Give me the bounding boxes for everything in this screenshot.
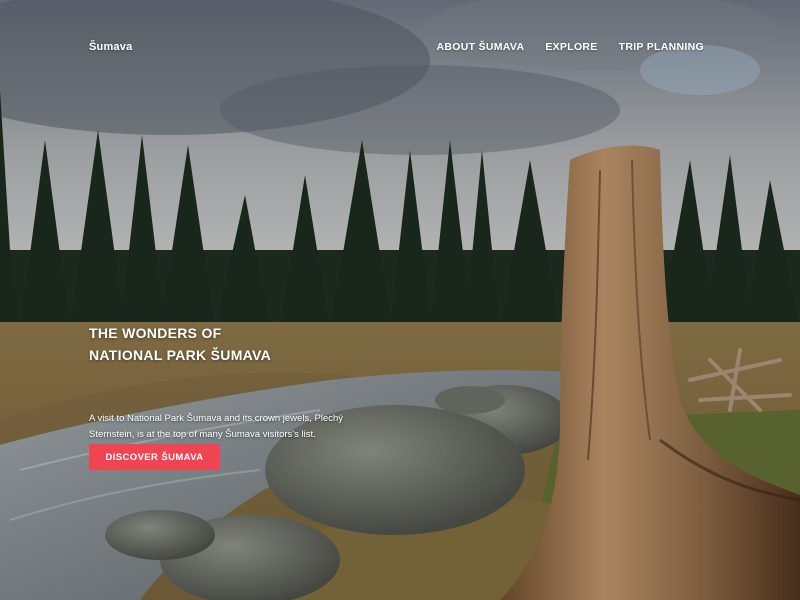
nav-item-explore[interactable]: EXPLORE [545, 41, 597, 53]
site-logo[interactable]: Šumava [89, 41, 132, 53]
top-navigation: Šumava ABOUT ŠUMAVA EXPLORE TRIP PLANNIN… [0, 0, 800, 96]
hero-headline: THE WONDERS OF NATIONAL PARK ŠUMAVA [89, 322, 389, 366]
nav-item-about[interactable]: ABOUT ŠUMAVA [437, 41, 525, 53]
hero-description: A visit to National Park Šumava and its … [89, 413, 343, 440]
nav-item-trip-planning[interactable]: TRIP PLANNING [619, 41, 704, 53]
hero-headline-line-2: NATIONAL PARK ŠUMAVA [89, 347, 272, 363]
discover-sumava-button[interactable]: DISCOVER ŠUMAVA [89, 444, 220, 470]
hero-section: Šumava ABOUT ŠUMAVA EXPLORE TRIP PLANNIN… [0, 0, 800, 600]
hero-content: THE WONDERS OF NATIONAL PARK ŠUMAVA A vi… [89, 322, 389, 443]
main-menu: ABOUT ŠUMAVA EXPLORE TRIP PLANNING [437, 41, 704, 53]
hero-headline-line-1: THE WONDERS OF [89, 325, 222, 341]
